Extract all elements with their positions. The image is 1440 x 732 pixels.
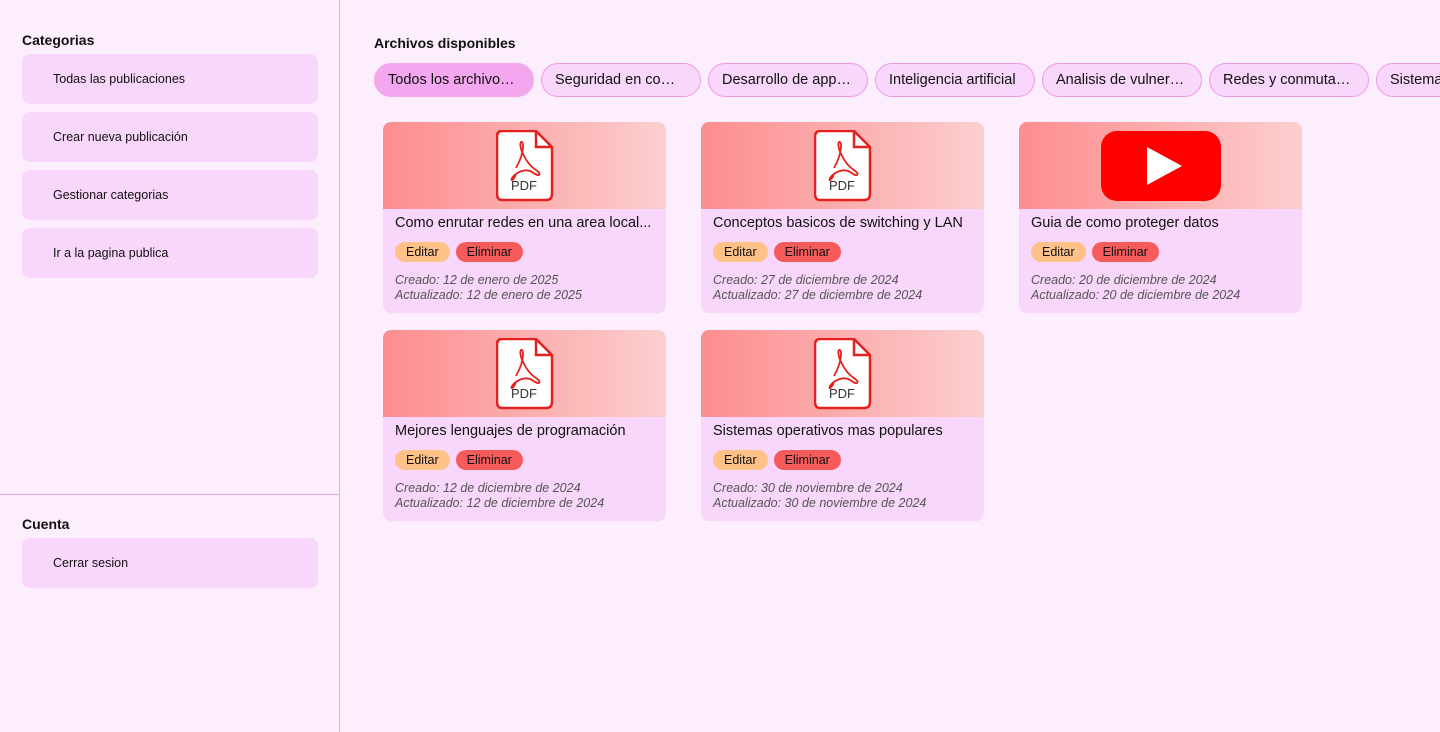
card-dates: Creado: 30 de noviembre de 2024 Actualiz…	[713, 481, 926, 511]
chip-vulnerability-analysis[interactable]: Analisis de vulnerabilidades	[1042, 63, 1202, 97]
pdf-file-icon: PDF	[813, 130, 871, 202]
card-thumbnail: PDF	[701, 330, 984, 417]
card-title: Sistemas operativos mas populares	[713, 423, 943, 439]
page-title: Archivos disponibles	[374, 35, 516, 51]
delete-button[interactable]: Eliminar	[1091, 242, 1159, 262]
file-card[interactable]: PDF Mejores lenguajes de programación Ed…	[383, 330, 666, 521]
file-card[interactable]: Guia de como proteger datos Editar Elimi…	[1019, 122, 1302, 313]
card-thumbnail	[1019, 122, 1302, 209]
edit-button[interactable]: Editar	[395, 450, 450, 470]
logout-label: Cerrar sesion	[53, 556, 129, 570]
sidebar-item-label: Crear nueva publicación	[53, 130, 188, 144]
card-thumbnail: PDF	[701, 122, 984, 209]
pdf-label: PDF	[511, 386, 537, 401]
delete-button[interactable]: Eliminar	[455, 242, 523, 262]
chip-security[interactable]: Seguridad en computadoras	[541, 63, 701, 97]
edit-button[interactable]: Editar	[395, 242, 450, 262]
sidebar-item-label: Todas las publicaciones	[53, 72, 186, 86]
file-card[interactable]: PDF Conceptos basicos de switching y LAN…	[701, 122, 984, 313]
pdf-label: PDF	[829, 178, 855, 193]
created-date: Creado: 20 de diciembre de 2024	[1031, 273, 1217, 287]
created-date: Creado: 12 de diciembre de 2024	[395, 481, 581, 495]
updated-date: Actualizado: 12 de diciembre de 2024	[395, 496, 605, 510]
category-filter-bar: Todos los archivos disponiblesSeguridad …	[374, 63, 1440, 97]
file-card[interactable]: PDF Sistemas operativos mas populares Ed…	[701, 330, 984, 521]
sidebar-item-create-post[interactable]: Crear nueva publicación	[22, 112, 318, 162]
pdf-file-icon: PDF	[495, 338, 553, 410]
chip-app-development[interactable]: Desarrollo de apps moviles	[708, 63, 868, 97]
card-title: Mejores lenguajes de programación	[395, 423, 626, 439]
chip-artificial-intelligence[interactable]: Inteligencia artificial	[875, 63, 1035, 97]
delete-button[interactable]: Eliminar	[455, 450, 523, 470]
file-card[interactable]: PDF Como enrutar redes en una area local…	[383, 122, 666, 313]
delete-button[interactable]: Eliminar	[773, 450, 841, 470]
logout-button[interactable]: Cerrar sesion	[22, 538, 318, 588]
pdf-file-icon: PDF	[813, 338, 871, 410]
card-dates: Creado: 20 de diciembre de 2024 Actualiz…	[1031, 273, 1240, 303]
pdf-file-icon: PDF	[495, 130, 553, 202]
card-dates: Creado: 12 de diciembre de 2024 Actualiz…	[395, 481, 604, 511]
card-dates: Creado: 12 de enero de 2025 Actualizado:…	[395, 273, 582, 303]
categories-heading: Categorias	[22, 32, 95, 48]
created-date: Creado: 12 de enero de 2025	[395, 273, 559, 287]
updated-date: Actualizado: 20 de diciembre de 2024	[1031, 288, 1241, 302]
card-thumbnail: PDF	[383, 122, 666, 209]
sidebar: Categorias Todas las publicaciones Crear…	[0, 0, 340, 732]
updated-date: Actualizado: 27 de diciembre de 2024	[713, 288, 923, 302]
card-thumbnail: PDF	[383, 330, 666, 417]
edit-button[interactable]: Editar	[713, 450, 768, 470]
pdf-label: PDF	[511, 178, 537, 193]
updated-date: Actualizado: 30 de noviembre de 2024	[713, 496, 927, 510]
chip-all-files[interactable]: Todos los archivos disponibles	[374, 63, 534, 97]
sidebar-item-public-page[interactable]: Ir a la pagina publica	[22, 228, 318, 278]
pdf-label: PDF	[829, 386, 855, 401]
chip-operating-systems[interactable]: Sistemas operativos	[1376, 63, 1440, 97]
edit-button[interactable]: Editar	[1031, 242, 1086, 262]
card-title: Guia de como proteger datos	[1031, 215, 1219, 231]
sidebar-item-label: Ir a la pagina publica	[53, 246, 169, 260]
updated-date: Actualizado: 12 de enero de 2025	[395, 288, 582, 302]
chip-networks[interactable]: Redes y conmutadores	[1209, 63, 1369, 97]
delete-button[interactable]: Eliminar	[773, 242, 841, 262]
sidebar-item-all-posts[interactable]: Todas las publicaciones	[22, 54, 318, 104]
card-dates: Creado: 27 de diciembre de 2024 Actualiz…	[713, 273, 922, 303]
card-title: Conceptos basicos de switching y LAN	[713, 215, 963, 231]
sidebar-divider	[0, 494, 340, 495]
created-date: Creado: 30 de noviembre de 2024	[713, 481, 903, 495]
account-heading: Cuenta	[22, 516, 70, 532]
sidebar-item-label: Gestionar categorias	[53, 188, 169, 202]
card-title: Como enrutar redes en una area local...	[395, 215, 652, 231]
sidebar-item-manage-categories[interactable]: Gestionar categorias	[22, 170, 318, 220]
created-date: Creado: 27 de diciembre de 2024	[713, 273, 899, 287]
youtube-play-icon	[1100, 131, 1221, 201]
edit-button[interactable]: Editar	[713, 242, 768, 262]
